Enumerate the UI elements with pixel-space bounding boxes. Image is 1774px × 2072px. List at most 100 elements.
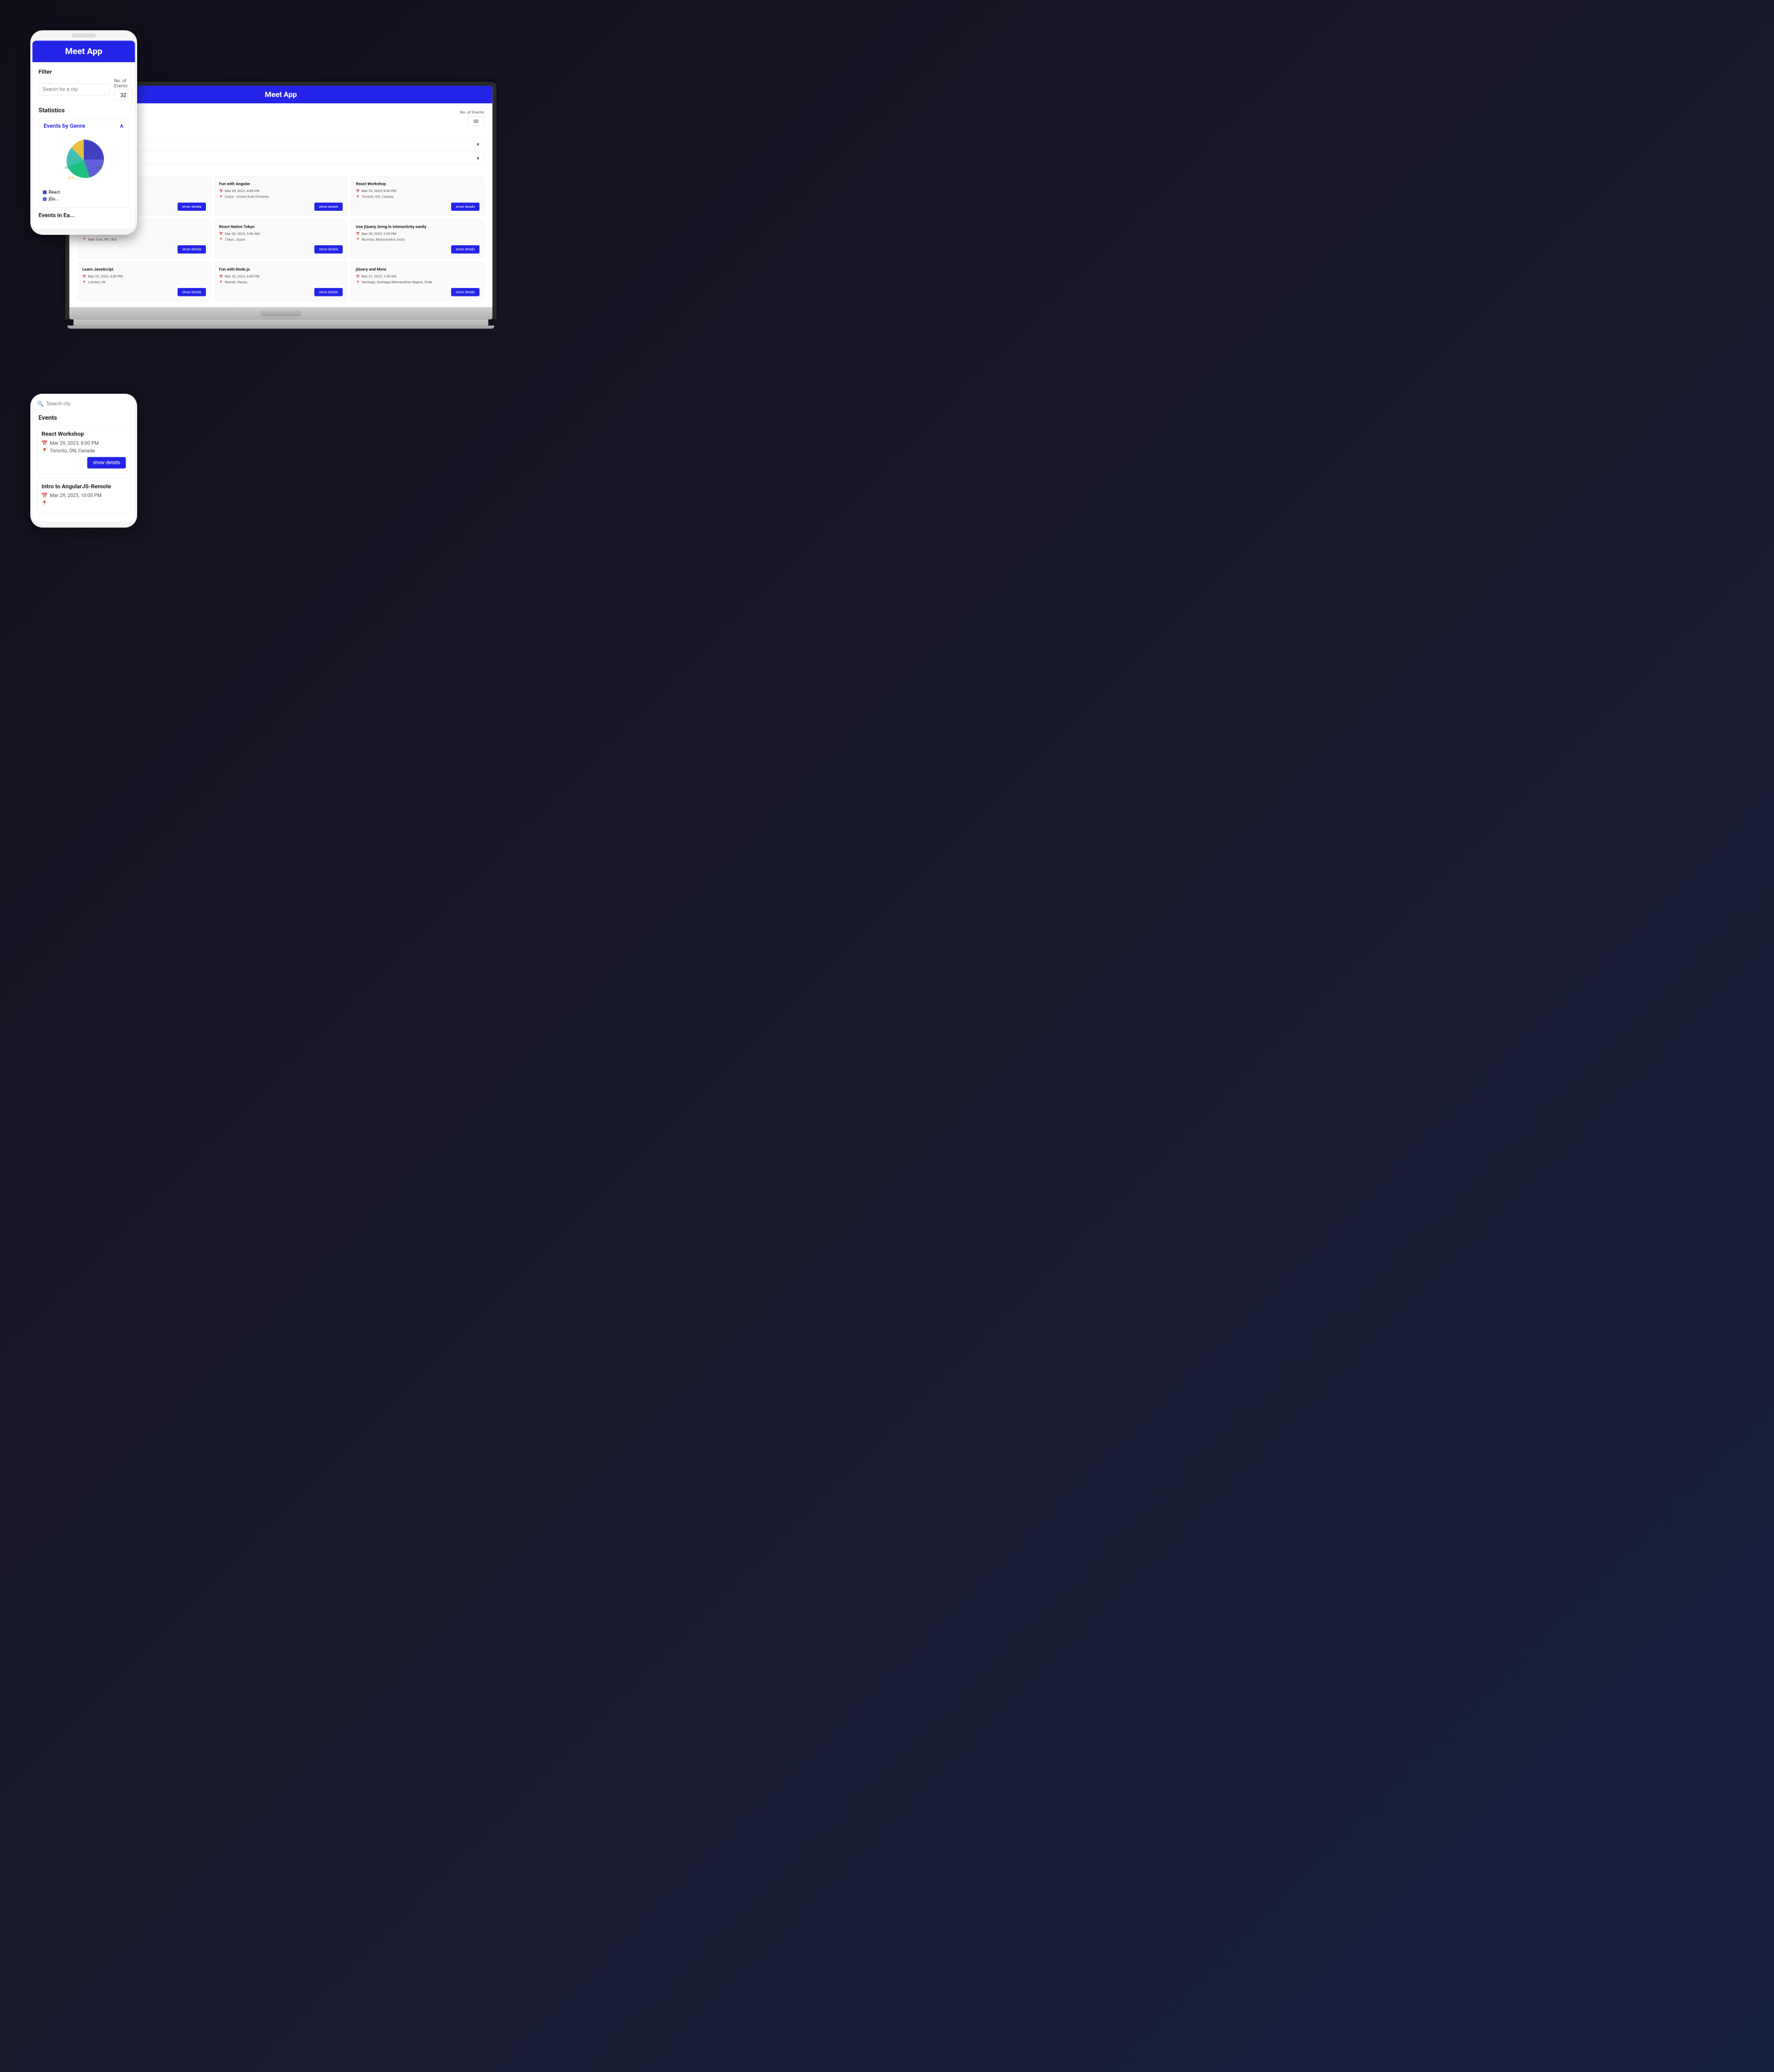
event-card-3-location: 📍 New York, NY, USA bbox=[82, 237, 206, 242]
calendar-icon: 📅 bbox=[42, 493, 48, 499]
location-icon: 📍 bbox=[356, 237, 360, 241]
event-card-7-location: 📍 Nairobi, Kenya bbox=[219, 280, 343, 284]
phone-app-header: Meet App bbox=[33, 40, 135, 62]
event-card-6: Learn JavaScript 📅 Mar 30, 2023, 4:00 PM… bbox=[77, 262, 210, 301]
phone-city-input[interactable] bbox=[39, 83, 110, 95]
event-card-5-footer: show details bbox=[356, 245, 480, 254]
phone-event-react-footer: show details bbox=[42, 457, 126, 469]
phone-legend-jquery: jQu... bbox=[43, 196, 124, 202]
event-card-4: React Native Tokyo 📅 Mar 30, 2023, 9:00 … bbox=[214, 219, 347, 258]
phone-event-angular-date: 📅 Mar 29, 2023, 10:00 PM bbox=[42, 493, 126, 499]
laptop-accordion-city-header[interactable]: Events in Each City ∨ bbox=[78, 152, 484, 164]
laptop-events-count-label: No. of Events bbox=[460, 109, 484, 114]
phone-filter-section: Filter No. of Events bbox=[39, 68, 129, 100]
event-card-2: React Workshop 📅 Mar 29, 2023, 8:00 PM 📍… bbox=[351, 176, 484, 216]
phone-show-details-react[interactable]: show details bbox=[87, 457, 126, 469]
phone-events-in-ea: Events in Ea... bbox=[39, 211, 129, 218]
event-card-3-footer: show details bbox=[82, 245, 206, 254]
event-card-5-location: 📍 Mumbai, Maharashtra, India bbox=[356, 237, 480, 242]
phone-bottom-screen: 🔍 Events React Workshop 📅 Mar 29, 2023, … bbox=[33, 394, 135, 521]
show-details-button-7[interactable]: show details bbox=[315, 288, 343, 297]
show-details-button-0[interactable]: show details bbox=[178, 202, 206, 211]
show-details-button-5[interactable]: show details bbox=[451, 245, 480, 254]
show-details-button-6[interactable]: show details bbox=[178, 288, 206, 297]
phone-events-count-input[interactable] bbox=[114, 89, 133, 100]
phone-content: Filter No. of Events Statistics Events b… bbox=[33, 62, 135, 225]
phone-event-card-react: React Workshop 📅 Mar 29, 2023, 8:00 PM 📍… bbox=[36, 425, 130, 473]
event-card-4-date: 📅 Mar 30, 2023, 9:00 AM bbox=[219, 232, 343, 236]
phone-event-card-angular: Intro to AngularJS-Remote 📅 Mar 29, 2023… bbox=[36, 478, 130, 513]
event-card-1-title: Fun with Angular bbox=[219, 181, 343, 186]
phone-event-react-location: 📍 Toronto, ON, Canada bbox=[42, 448, 126, 454]
legend-jquery-label: jQu... bbox=[48, 196, 59, 202]
event-card-8: jQuery and More 📅 Mar 31, 2023, 1:00 AM … bbox=[351, 262, 484, 301]
laptop-events-label: Events bbox=[77, 168, 484, 173]
show-details-button-4[interactable]: show details bbox=[315, 245, 343, 254]
laptop-chevron-down-icon-genre: ∨ bbox=[477, 141, 480, 146]
phone-accordion-genre-header[interactable]: Events by Genre ∧ bbox=[39, 118, 129, 133]
phone-event-angular-title: Intro to AngularJS-Remote bbox=[42, 483, 126, 490]
laptop-events-count-input[interactable] bbox=[468, 116, 484, 126]
laptop-app-title: Meet App bbox=[77, 90, 484, 98]
phone-pie-container: 28% 21% 10% 21% bbox=[39, 133, 129, 187]
laptop-foot bbox=[67, 326, 494, 329]
svg-text:28%: 28% bbox=[96, 149, 102, 152]
phone-app-title: Meet App bbox=[39, 47, 129, 57]
calendar-icon: 📅 bbox=[356, 275, 360, 278]
event-card-8-footer: show details bbox=[356, 288, 480, 297]
phone-screen: Meet App Filter No. of Events Statistics bbox=[33, 40, 135, 228]
phone-top: Meet App Filter No. of Events Statistics bbox=[30, 30, 137, 235]
phone-notch bbox=[30, 30, 137, 40]
laptop-filter-right: No. of Events bbox=[460, 109, 484, 126]
event-card-7-footer: show details bbox=[219, 288, 343, 297]
phone-chevron-up-icon: ∧ bbox=[120, 123, 124, 129]
calendar-icon: 📅 bbox=[219, 275, 223, 278]
svg-text:10%: 10% bbox=[65, 167, 71, 170]
event-card-4-footer: show details bbox=[219, 245, 343, 254]
laptop-events-section: Events AngularJS Workshop 📅 Mar 29, 2023… bbox=[77, 168, 484, 301]
location-icon: 📍 bbox=[356, 280, 360, 284]
phone-bottom-search-input[interactable] bbox=[47, 401, 130, 407]
event-card-2-footer: show details bbox=[356, 202, 480, 211]
laptop-stats-label: Statistics bbox=[77, 130, 484, 135]
calendar-icon: 📅 bbox=[219, 232, 223, 236]
legend-react-dot bbox=[43, 190, 47, 194]
laptop-accordion-genre: Events by Genre ∨ bbox=[77, 138, 484, 150]
event-card-6-title: Learn JavaScript bbox=[82, 267, 206, 272]
phone-event-angular-location: 📍 bbox=[42, 500, 126, 506]
phone-bottom-search[interactable]: 🔍 bbox=[33, 398, 135, 410]
event-card-6-location: 📍 London, UK bbox=[82, 280, 206, 284]
phone-events-in-ea-label: Events in Ea... bbox=[39, 211, 129, 218]
phone-events-count-label: No. of Events bbox=[114, 78, 133, 88]
search-icon: 🔍 bbox=[37, 401, 44, 407]
phone-events-count: No. of Events bbox=[114, 78, 133, 100]
event-card-8-location: 📍 Santiago, Santiago Metropolitan Region… bbox=[356, 280, 480, 284]
phone-pie-legend: React jQu... bbox=[39, 190, 129, 207]
svg-text:21%: 21% bbox=[96, 167, 102, 170]
location-icon: 📍 bbox=[356, 195, 360, 199]
event-card-8-date: 📅 Mar 31, 2023, 1:00 AM bbox=[356, 274, 480, 278]
laptop-accordion-city: Events in Each City ∨ bbox=[77, 152, 484, 164]
phone-accordion-genre: Events by Genre ∧ bbox=[39, 118, 129, 207]
notch-bar bbox=[71, 33, 96, 37]
show-details-button-8[interactable]: show details bbox=[451, 288, 480, 297]
laptop-accordion-genre-header[interactable]: Events by Genre ∨ bbox=[78, 138, 484, 150]
phone-legend-react: React bbox=[43, 190, 124, 195]
event-card-6-footer: show details bbox=[82, 288, 206, 297]
event-card-5: Use jQuery, bring in interactivity easil… bbox=[351, 219, 484, 258]
laptop-base bbox=[74, 319, 489, 326]
phone-event-react-date: 📅 Mar 29, 2023, 8:00 PM bbox=[42, 440, 126, 446]
event-card-1-location: 📍 Dubai - United Arab Emirates bbox=[219, 195, 343, 199]
phone-filter-label: Filter bbox=[39, 68, 129, 75]
phone-bottom-events-label: Events bbox=[33, 412, 135, 425]
show-details-button-1[interactable]: show details bbox=[315, 202, 343, 211]
calendar-icon: 📅 bbox=[356, 189, 360, 193]
event-card-2-location: 📍 Toronto, ON, Canada bbox=[356, 195, 480, 199]
phone-accordion-genre-label: Events by Genre bbox=[43, 123, 85, 129]
laptop-filter-row: Filter No. of Events bbox=[77, 109, 484, 126]
location-icon: 📍 bbox=[219, 195, 223, 199]
event-card-4-location: 📍 Tokyo, Japan bbox=[219, 237, 343, 242]
event-card-5-title: Use jQuery, bring in interactivity easil… bbox=[356, 224, 480, 229]
show-details-button-3[interactable]: show details bbox=[178, 245, 206, 254]
show-details-button-2[interactable]: show details bbox=[451, 202, 480, 211]
